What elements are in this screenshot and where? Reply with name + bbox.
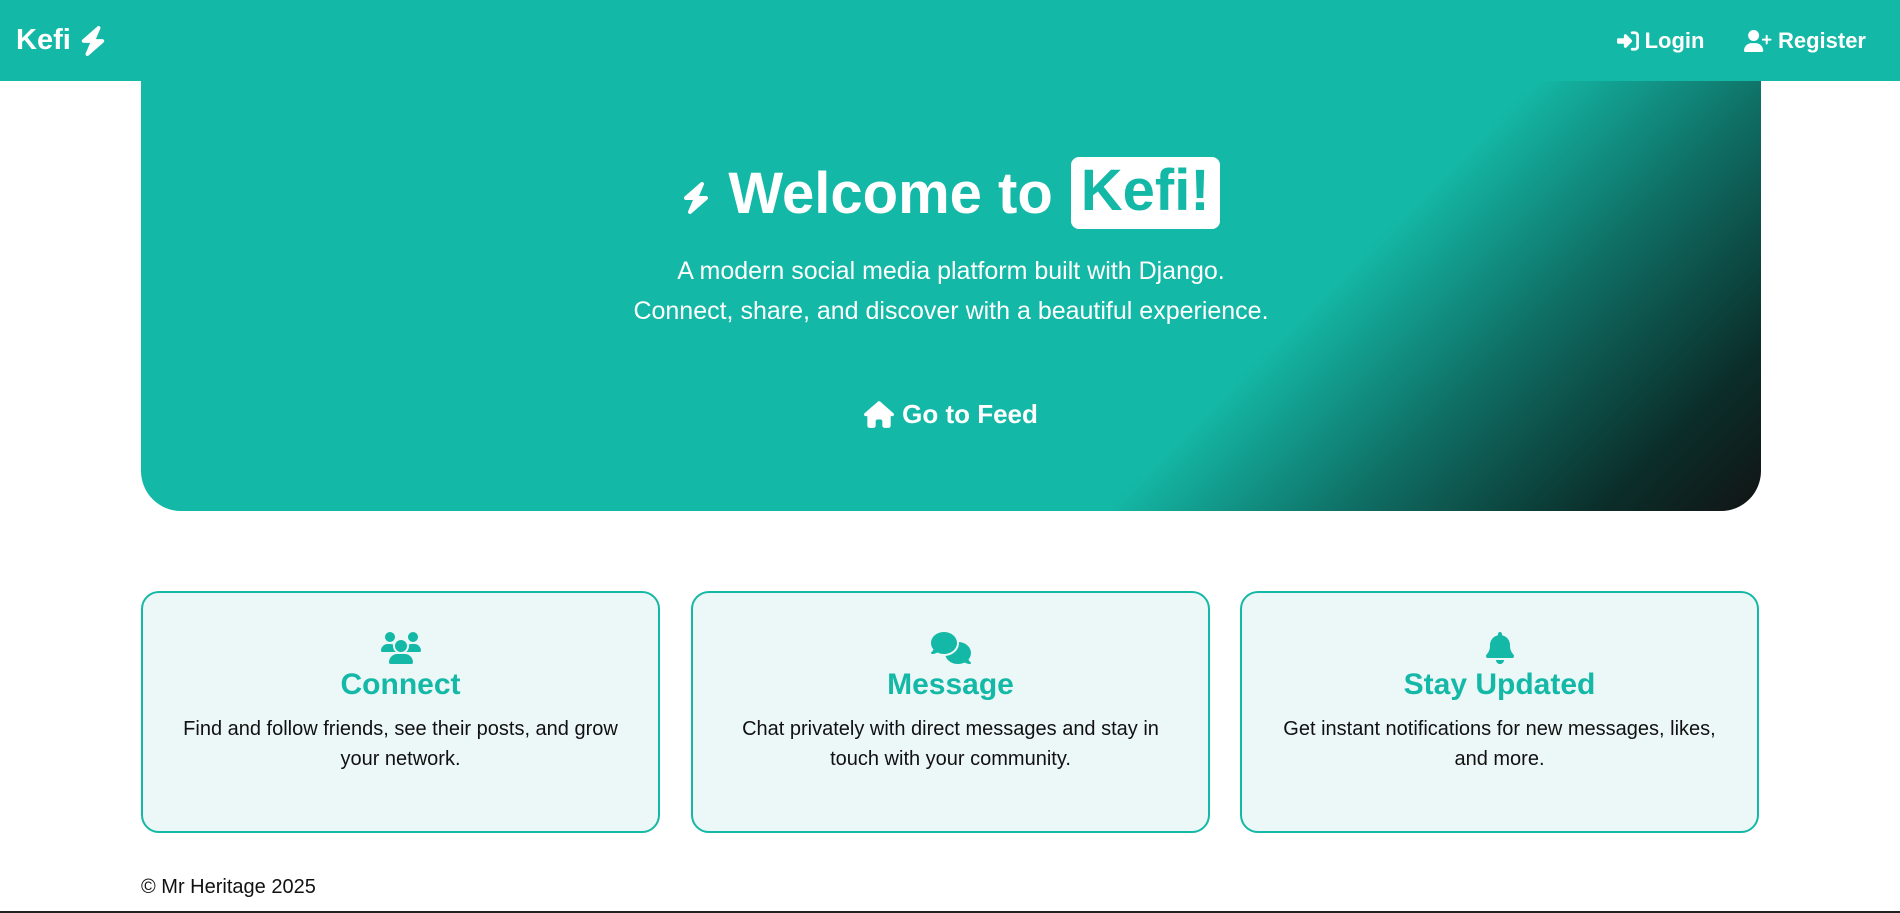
bell-icon xyxy=(1242,631,1757,665)
hero-subtitle-line1: A modern social media platform built wit… xyxy=(677,257,1225,285)
hero-subtitle: A modern social media platform built wit… xyxy=(141,251,1761,331)
feature-card-stay-updated: Stay Updated Get instant notifications f… xyxy=(1240,591,1759,833)
navbar: Kefi Login Register xyxy=(0,0,1900,81)
feature-title: Connect xyxy=(340,668,461,701)
login-label: Login xyxy=(1644,27,1705,53)
go-to-feed-button[interactable]: Go to Feed xyxy=(864,399,1038,430)
feature-title: Message xyxy=(887,668,1014,701)
sign-in-icon xyxy=(1616,30,1639,51)
users-icon xyxy=(143,631,658,665)
bolt-icon xyxy=(684,181,709,215)
feature-title: Stay Updated xyxy=(1403,668,1596,701)
feature-description: Chat privately with direct messages and … xyxy=(742,718,1159,770)
go-to-feed-label: Go to Feed xyxy=(902,399,1038,429)
hero-cta-wrap: Go to Feed xyxy=(141,399,1761,430)
hero-title: Welcome to Kefi! xyxy=(141,157,1761,229)
bolt-icon xyxy=(81,25,105,56)
register-link[interactable]: Register xyxy=(1744,28,1866,54)
feature-card-connect: Connect Find and follow friends, see the… xyxy=(141,591,660,833)
register-label: Register xyxy=(1777,27,1866,53)
footer-copyright: © Mr Heritage 2025 xyxy=(141,876,316,898)
brand-link[interactable]: Kefi xyxy=(16,24,107,57)
comments-icon xyxy=(693,631,1208,665)
feature-description: Get instant notifications for new messag… xyxy=(1283,718,1716,770)
hero-title-brand: Kefi! xyxy=(1070,157,1220,229)
user-plus-icon xyxy=(1744,29,1772,52)
hero-banner: Welcome to Kefi! A modern social media p… xyxy=(141,81,1761,511)
hero-title-prefix: Welcome to xyxy=(728,160,1053,226)
home-icon xyxy=(864,401,895,428)
feature-description: Find and follow friends, see their posts… xyxy=(183,718,618,770)
nav-links: Login Register xyxy=(1616,27,1866,54)
brand-name: Kefi xyxy=(16,24,71,56)
hero-subtitle-line2: Connect, share, and discover with a beau… xyxy=(633,297,1269,325)
login-link[interactable]: Login xyxy=(1616,27,1705,54)
feature-card-message: Message Chat privately with direct messa… xyxy=(691,591,1210,833)
